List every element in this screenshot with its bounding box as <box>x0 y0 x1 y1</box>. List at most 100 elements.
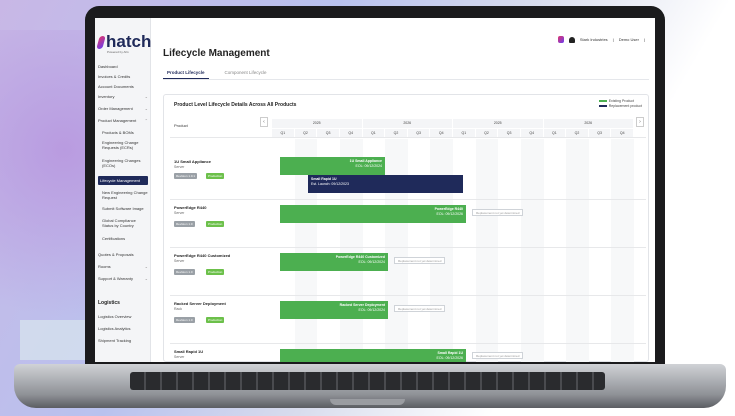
version-badge: Revision 1.0.1 <box>174 173 198 179</box>
timeline-grid: 2025 2026 2025 2026 Q1 Q2 Q3 Q4 Q1 Q2 Q3 Q4 Q1 Q2 Q3 Q4… <box>260 119 648 362</box>
sidebar: hatch Powered by AIG Dashboard Invoices … <box>95 18 151 362</box>
chevron-down-icon: ⌄ <box>144 94 148 99</box>
version-badge: Revision 1.0 <box>174 221 195 227</box>
year-header: 2026 <box>543 119 634 128</box>
sidebar-item-products-boms[interactable]: Products & BOMs <box>98 130 148 135</box>
sidebar-item-label: Inventory <box>98 94 115 99</box>
year-header: 2026 <box>362 119 453 128</box>
replacement-placeholder: Replacement not yet determined <box>394 305 446 312</box>
status-badge: Production <box>206 173 225 179</box>
divider: | <box>612 37 614 42</box>
product-name[interactable]: Racked Server Deployment <box>174 301 226 306</box>
sidebar-section-logistics: Logistics <box>98 300 120 306</box>
product-name[interactable]: PowerEdge R440 <box>174 205 206 210</box>
page-title: Lifecycle Management <box>163 48 270 59</box>
lifecycle-card: Product Level Lifecycle Details Across A… <box>163 94 649 362</box>
sidebar-item-inventory[interactable]: Inventory ⌄ <box>98 94 148 99</box>
product-name[interactable]: Small Rapid 1U <box>174 349 203 354</box>
replacement-product-bar[interactable]: Small Rapid 1U Est. Launch: 09/12/2023 <box>308 175 463 193</box>
chevron-down-icon: ⌄ <box>144 264 148 269</box>
sidebar-item-product-management[interactable]: Product Management ⌃ <box>98 118 148 123</box>
existing-product-bar[interactable]: 1U Small Appliance EOL: 09/12/2024 <box>280 157 385 175</box>
sidebar-item-account-documents[interactable]: Account Documents <box>98 84 148 89</box>
year-header: 2025 <box>272 119 363 128</box>
sidebar-item-rooms[interactable]: Rooms ⌄ <box>98 264 148 269</box>
sidebar-item-label: Support & Warranty <box>98 276 133 281</box>
org-name[interactable]: Stark Industries <box>580 37 608 42</box>
quarter-column <box>430 139 453 362</box>
row-divider <box>170 137 646 138</box>
bar-sublabel: EOL: 09/12/2024 <box>358 308 385 312</box>
row-divider <box>170 199 646 200</box>
row-divider <box>170 343 646 344</box>
quarter-column <box>520 139 544 362</box>
version-badge: Revision 1.0 <box>174 317 195 323</box>
existing-product-bar[interactable]: Small Rapid 1U EOL: 09/12/2026 <box>280 349 466 362</box>
timeline-next-button[interactable]: › <box>636 117 644 127</box>
sidebar-item-invoices[interactable]: Invoices & Credits <box>98 74 148 79</box>
chevron-down-icon: ⌄ <box>144 276 148 281</box>
sidebar-item-ecrs[interactable]: Engineering Change Requests (ECRs) <box>98 140 148 150</box>
laptop-keyboard <box>130 372 605 390</box>
product-type: Server <box>174 211 185 215</box>
chevron-down-icon: ⌄ <box>144 106 148 111</box>
sidebar-item-logistics-overview[interactable]: Logistics Overview <box>98 314 148 319</box>
legend-label: Existing Product <box>608 99 635 103</box>
legend: Existing Product Replacement product <box>598 99 642 109</box>
status-badge: Production <box>206 221 225 227</box>
tab-component-lifecycle[interactable]: Component Lifecycle <box>221 68 271 79</box>
sidebar-item-quotes[interactable]: Quotes & Proposals <box>98 252 148 257</box>
row-divider <box>170 247 646 248</box>
sidebar-item-order-management[interactable]: Order Management ⌄ <box>98 106 148 111</box>
bell-icon[interactable] <box>568 36 575 43</box>
laptop-screen: hatch Powered by AIG Dashboard Invoices … <box>95 18 655 362</box>
existing-product-bar[interactable]: PowerEdge R440 EOL: 09/12/2026 <box>280 205 466 223</box>
product-type: Server <box>174 355 185 359</box>
card-title: Product Level Lifecycle Details Across A… <box>174 102 297 108</box>
app-logo[interactable]: hatch <box>96 32 151 52</box>
status-badge: Production <box>206 317 225 323</box>
tab-product-lifecycle[interactable]: Product Lifecycle <box>163 68 209 79</box>
product-name[interactable]: 1U Small Appliance <box>174 159 211 164</box>
sidebar-item-new-ecr[interactable]: New Engineering Change Request <box>98 190 148 200</box>
product-name[interactable]: PowerEdge R440 Customized <box>174 253 230 258</box>
row-divider <box>170 295 646 296</box>
replacement-placeholder: Replacement not yet determined <box>472 209 524 216</box>
laptop-notch <box>330 399 405 405</box>
status-badge: Production <box>206 269 225 275</box>
sidebar-item-lifecycle-management[interactable]: Lifecycle Management <box>98 176 148 185</box>
bar-sublabel: EOL: 09/12/2026 <box>436 212 463 216</box>
product-type: Server <box>174 165 185 169</box>
replacement-placeholder: Replacement not yet determined <box>472 352 524 359</box>
product-type: Rack <box>174 307 182 311</box>
year-header: 2025 <box>453 119 544 128</box>
legend-swatch <box>598 105 607 107</box>
sidebar-item-support[interactable]: Support & Warranty ⌄ <box>98 276 148 281</box>
sidebar-item-shipment-tracking[interactable]: Shipment Tracking <box>98 338 148 343</box>
existing-product-bar[interactable]: Racked Server Deployment EOL: 09/12/2024 <box>280 301 388 319</box>
top-bar-actions: Stark Industries | Demo User | <box>557 36 645 43</box>
bar-sublabel: EOL: 09/12/2026 <box>436 356 463 360</box>
legend-label: Replacement product <box>608 104 642 108</box>
sidebar-item-label: Rooms <box>98 264 111 269</box>
sidebar-item-ecos[interactable]: Engineering Changes (ECOs) <box>98 158 148 168</box>
quarter-column <box>475 139 499 362</box>
sidebar-item-logistics-analytics[interactable]: Logistics Analytics <box>98 326 148 331</box>
divider: | <box>643 37 645 42</box>
existing-product-bar[interactable]: PowerEdge R440 Customized EOL: 09/12/202… <box>280 253 388 271</box>
tab-bar: Product Lifecycle Component Lifecycle <box>163 68 649 80</box>
bar-sublabel: EOL: 09/12/2024 <box>358 260 385 264</box>
sidebar-item-dashboard[interactable]: Dashboard <box>98 64 148 69</box>
quarter-column <box>385 139 408 362</box>
bar-sublabel: Est. Launch: 09/12/2023 <box>311 182 349 186</box>
sidebar-item-certifications[interactable]: Certifications <box>98 236 148 241</box>
version-badge: Revision 1.0 <box>174 269 195 275</box>
product-type: Server <box>174 259 185 263</box>
quarter-column <box>566 139 589 362</box>
sidebar-item-submit-software-image[interactable]: Submit Software Image <box>98 206 148 211</box>
hatch-logo-icon <box>96 35 106 49</box>
user-name[interactable]: Demo User <box>619 37 639 42</box>
sidebar-item-label: Product Management <box>98 118 137 123</box>
sidebar-item-global-compliance[interactable]: Global Compliance Status by Country <box>98 218 148 228</box>
timeline-prev-button[interactable]: ‹ <box>260 117 268 127</box>
